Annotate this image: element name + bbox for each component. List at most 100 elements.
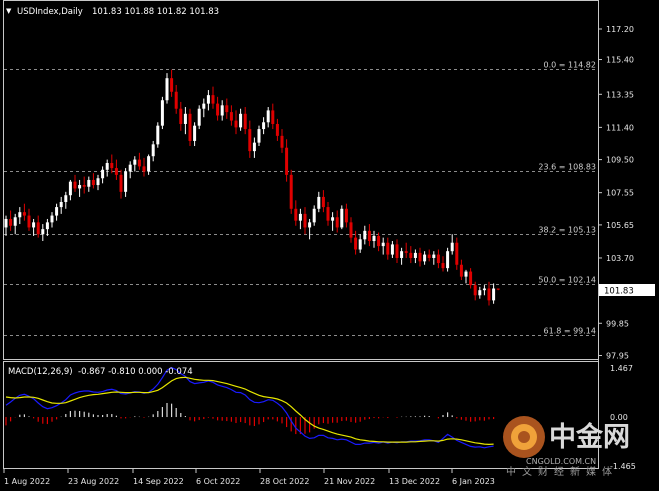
candle-body — [413, 252, 417, 258]
fib-label: 50.0 = 102.14 — [538, 276, 596, 285]
candle-body — [331, 217, 335, 221]
candle-body — [289, 174, 293, 209]
time-tick-label: 6 Oct 2022 — [196, 477, 240, 486]
candle-body — [455, 242, 459, 265]
candle-body — [147, 156, 151, 172]
macd-axis-label: 1.467 — [610, 364, 633, 373]
candle-body — [105, 162, 109, 170]
candle-body — [308, 222, 312, 228]
chart-svg[interactable]: 中金网 CNGOLD.COM.CN 中文财经新媒体 0.0 = 114.82 23… — [0, 0, 659, 491]
candle-body — [234, 120, 238, 128]
candle-body — [469, 271, 473, 286]
candle-body — [427, 254, 431, 258]
current-price-tag: 101.83 — [599, 284, 655, 297]
trading-terminal: 中金网 CNGOLD.COM.CN 中文财经新媒体 0.0 = 114.82 23… — [0, 0, 659, 491]
candle-body — [464, 271, 468, 277]
macd-axis-label: -1.465 — [610, 462, 636, 471]
candle-body — [110, 162, 114, 169]
candle-body — [432, 254, 436, 258]
candle-body — [183, 113, 187, 124]
macd-values: -0.867 -0.810 0.000 -0.074 — [78, 367, 193, 377]
candle-body — [124, 171, 128, 192]
candle-body — [404, 251, 408, 253]
candle-body — [211, 95, 215, 104]
candle-body — [326, 207, 330, 221]
macd-line — [5, 366, 494, 449]
watermark-cn: 中金网 — [549, 421, 630, 453]
price-tick-label: 103.70 — [606, 254, 634, 263]
price-tick-label: 97.95 — [606, 352, 629, 361]
candle-body — [87, 179, 91, 187]
candle-body — [478, 290, 482, 296]
candle-body — [436, 254, 440, 264]
price-tick-label: 111.40 — [606, 123, 634, 132]
candle-body — [206, 95, 210, 104]
candle-body — [363, 230, 367, 240]
candle-body — [91, 179, 95, 186]
candle-body — [64, 195, 68, 203]
candle-body — [335, 217, 339, 228]
symbol-title: USDIndex,Daily — [17, 7, 83, 17]
candle-body — [473, 285, 477, 296]
candle-body — [22, 212, 26, 216]
candle-body — [298, 213, 302, 221]
candle-body — [377, 235, 381, 247]
candle-body — [137, 159, 141, 167]
candle-body — [340, 208, 344, 228]
candle-body — [450, 242, 454, 252]
candle-body — [188, 113, 192, 141]
candle-body — [68, 181, 72, 196]
time-tick-label: 14 Sep 2022 — [133, 477, 184, 486]
macd-title: MACD(12,26,9) — [8, 367, 73, 377]
time-tick-label: 28 Oct 2022 — [260, 477, 309, 486]
candle-body — [262, 122, 266, 130]
candle-body — [220, 105, 224, 116]
candle-body — [349, 222, 353, 238]
candle-body — [32, 222, 36, 228]
fibonacci-layer: 0.0 = 114.82 23.6 = 108.83 38.2 = 105.13 50… — [4, 61, 598, 336]
time-tick-label: 6 Jan 2023 — [452, 477, 495, 486]
candle-body — [225, 105, 229, 113]
candle-body — [50, 215, 54, 223]
candle-body — [459, 264, 463, 277]
watermark-sub: 中文财经新媒体 — [506, 465, 618, 478]
price-tick-label: 117.20 — [606, 25, 634, 34]
candle-body — [418, 252, 422, 262]
collapse-arrow-icon[interactable]: ▼ — [6, 7, 12, 15]
candle-body — [492, 288, 496, 301]
price-tick-label: 113.35 — [606, 90, 634, 99]
time-tick-label: 23 Aug 2022 — [68, 477, 119, 486]
macd-axis-label: 0.00 — [610, 413, 628, 422]
candle-body — [18, 212, 22, 218]
price-tick-label: 99.85 — [606, 319, 629, 328]
candle-body — [174, 91, 178, 109]
candle-body — [487, 288, 491, 301]
candle-body — [73, 181, 77, 189]
candle-body — [239, 113, 243, 128]
candle-body — [229, 112, 233, 121]
time-tick-label: 1 Aug 2022 — [4, 477, 50, 486]
candle-body — [197, 108, 201, 126]
candle-body — [151, 144, 155, 157]
candle-body — [128, 164, 132, 172]
candle-body — [496, 288, 500, 290]
candle-body — [165, 78, 169, 101]
candle-body — [96, 178, 100, 186]
macd-series — [5, 366, 495, 449]
candle-body — [45, 222, 49, 230]
candle-body — [317, 196, 321, 209]
candle-body — [358, 239, 362, 250]
time-tick-label: 21 Nov 2022 — [324, 477, 375, 486]
signal-line — [5, 376, 494, 446]
candle-body — [266, 110, 270, 123]
candle-body — [400, 251, 404, 258]
candle-body — [381, 242, 385, 247]
candle-body — [55, 207, 59, 216]
time-axis: 1 Aug 2022 23 Aug 2022 14 Sep 2022 6 Oct 20… — [3, 469, 495, 486]
candle-body — [9, 218, 13, 226]
price-tick-label: 115.40 — [606, 56, 634, 65]
price-axis: 117.20 115.40 113.35 111.40 109.50 107.55 105.… — [598, 25, 636, 471]
candle-body — [441, 263, 445, 269]
price-tick-label: 107.55 — [606, 189, 634, 198]
candle-body — [446, 251, 450, 269]
